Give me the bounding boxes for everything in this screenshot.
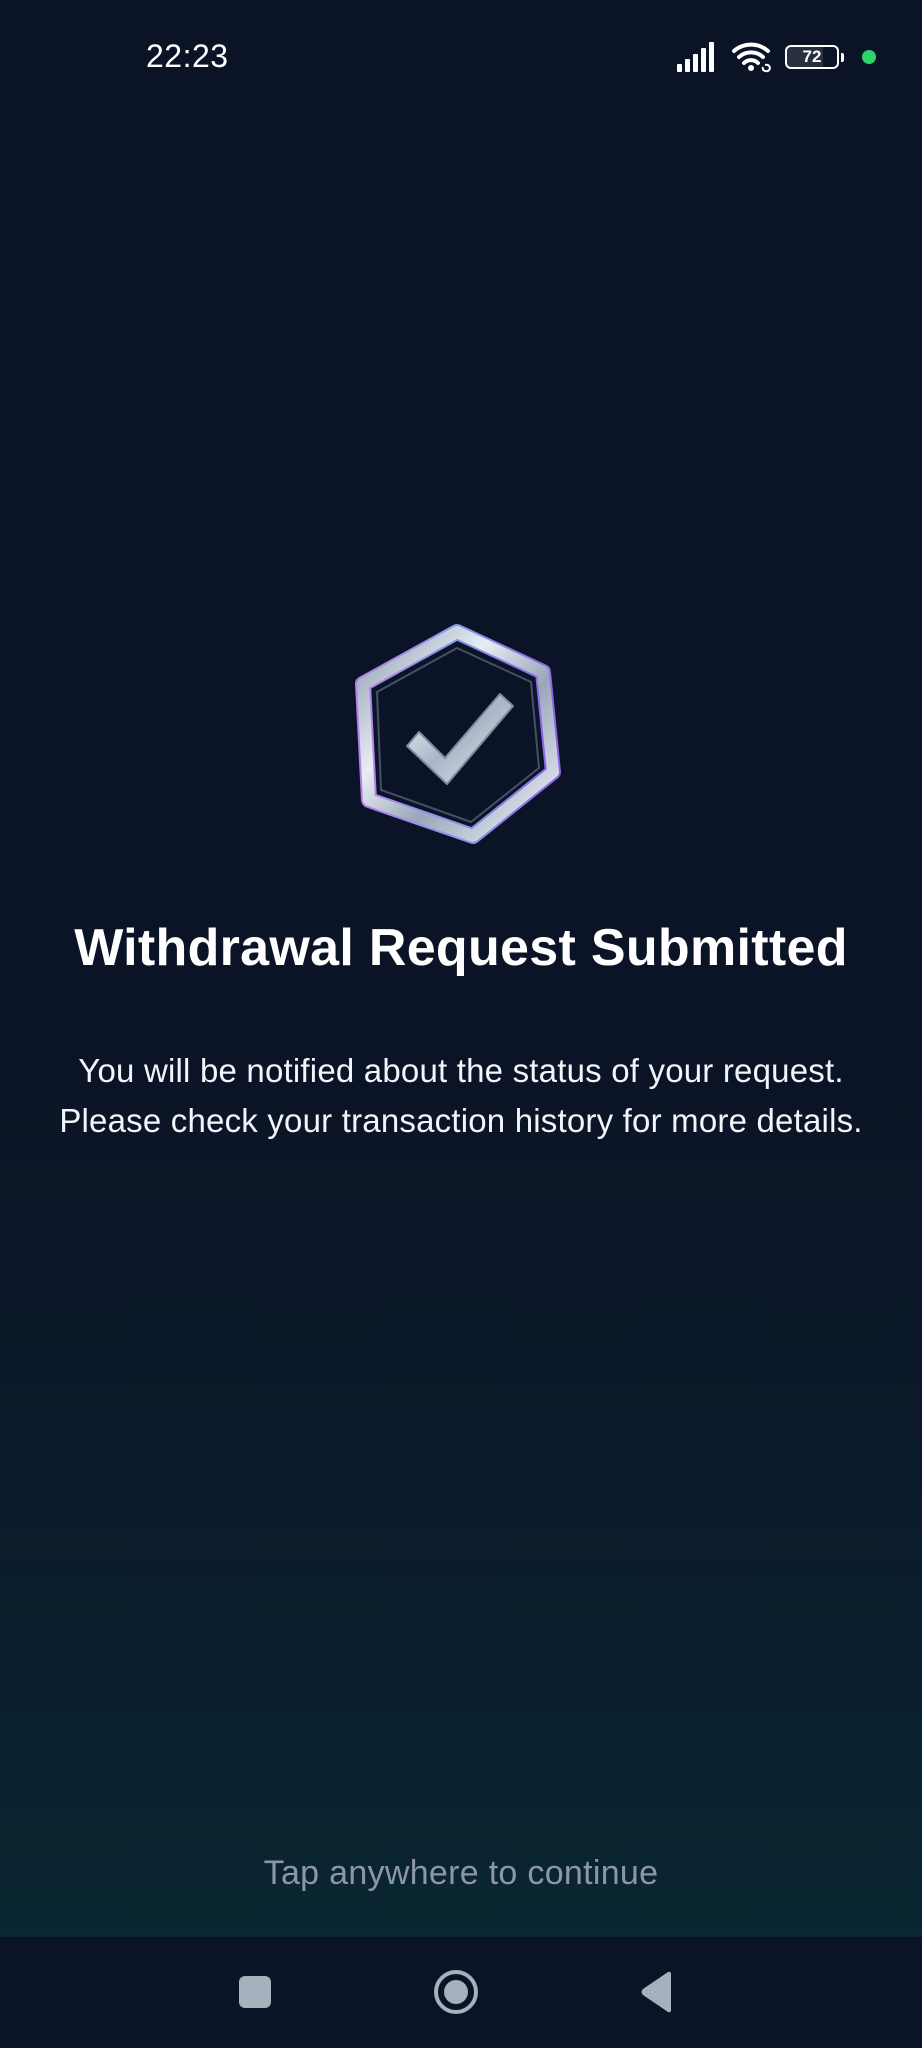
- home-icon: [434, 1970, 478, 2014]
- navigation-bar: [0, 1937, 922, 2048]
- battery-tip: [841, 52, 844, 62]
- hexagon-checkmark-icon: [355, 624, 561, 844]
- recent-apps-button[interactable]: [228, 1965, 282, 2019]
- wifi-icon: [732, 42, 772, 73]
- page-title: Withdrawal Request Submitted: [74, 919, 848, 977]
- battery-icon: 72: [785, 45, 839, 69]
- status-bar: 22:23 72: [0, 0, 922, 115]
- success-screen[interactable]: 22:23 72 Withdrawal Request Submitted Yo…: [0, 0, 922, 2048]
- battery-level: 72: [802, 47, 822, 66]
- privacy-dot-icon: [862, 50, 876, 64]
- status-time: 22:23: [146, 38, 229, 74]
- signal-icon: [677, 42, 714, 72]
- back-button[interactable]: [630, 1965, 684, 2019]
- recent-apps-icon: [239, 1976, 271, 2008]
- tap-to-continue-hint[interactable]: Tap anywhere to continue: [0, 1854, 922, 1893]
- back-icon: [641, 1971, 671, 2013]
- status-message: You will be notified about the status of…: [59, 1052, 863, 1139]
- home-button[interactable]: [429, 1965, 483, 2019]
- status-icons: 72: [677, 40, 876, 74]
